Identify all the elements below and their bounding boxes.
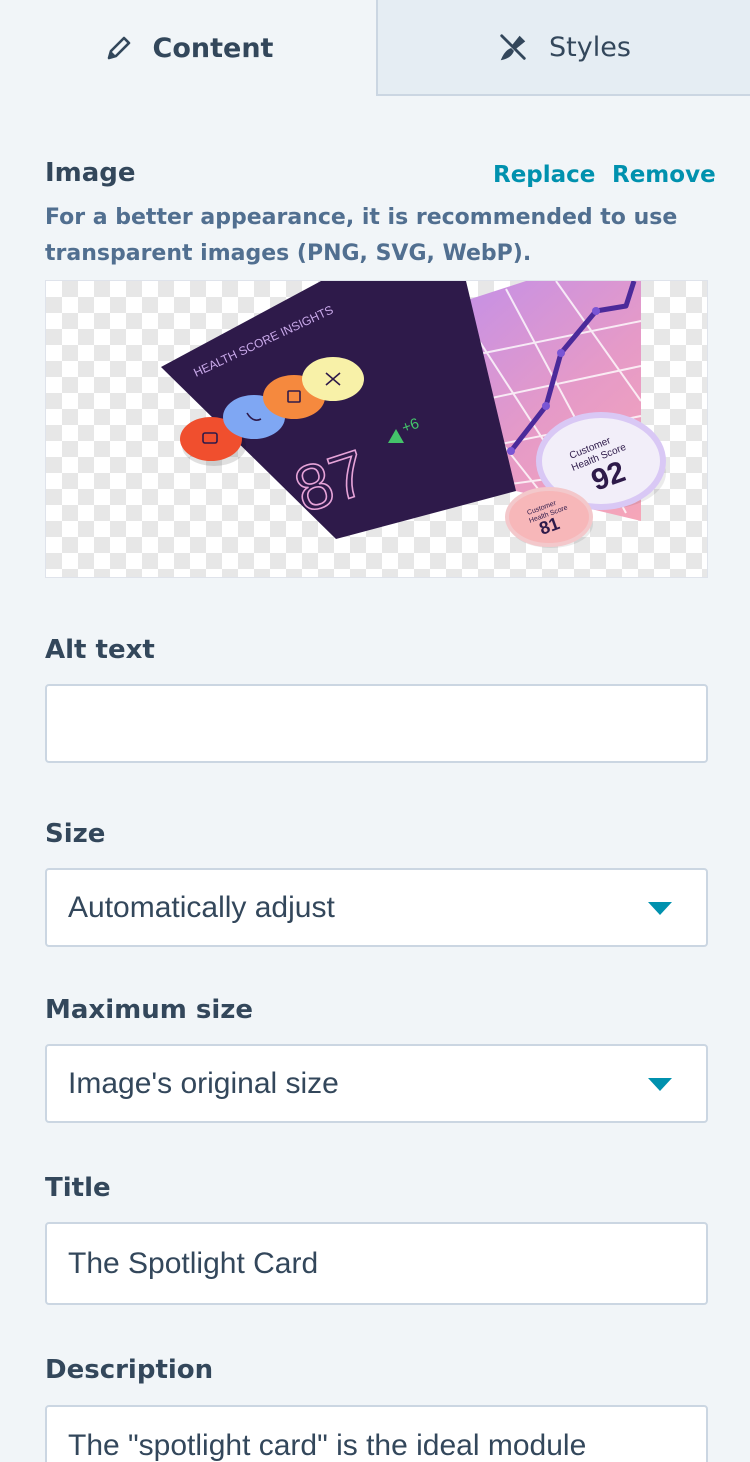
pencil-icon (103, 32, 135, 64)
max-size-select-value: Image's original size (68, 1066, 339, 1100)
chevron-down-icon (648, 1077, 672, 1091)
max-size-select[interactable]: Image's original size (45, 1044, 708, 1123)
chevron-down-icon (648, 901, 672, 915)
tab-styles[interactable]: Styles (376, 0, 750, 96)
description-value: The "spotlight card" is the ideal module (68, 1429, 587, 1462)
image-help-text: For a better appearance, it is recommend… (45, 205, 678, 266)
size-label: Size (45, 819, 106, 849)
description-label: Description (45, 1355, 214, 1385)
title-input[interactable]: The Spotlight Card (45, 1222, 708, 1305)
brush-icon (497, 31, 529, 63)
size-select-value: Automatically adjust (68, 890, 335, 924)
title-label: Title (45, 1173, 111, 1203)
title-input-value: The Spotlight Card (68, 1246, 319, 1280)
image-preview[interactable]: HEALTH SCORE INSIGHTS 87 +6 Customer Hea… (45, 280, 708, 578)
image-label: Image (45, 158, 136, 188)
tab-content-label: Content (152, 32, 274, 64)
tab-bar: Content Styles (0, 0, 750, 96)
tab-content[interactable]: Content (0, 0, 376, 96)
remove-image-link[interactable]: Remove (612, 162, 716, 188)
alt-text-label: Alt text (45, 635, 155, 665)
replace-image-link[interactable]: Replace (493, 162, 595, 188)
alt-text-input[interactable] (45, 684, 708, 763)
health-score-illustration: HEALTH SCORE INSIGHTS 87 +6 Customer Hea… (161, 281, 666, 548)
tab-styles-label: Styles (549, 31, 631, 63)
max-size-label: Maximum size (45, 995, 253, 1025)
size-select[interactable]: Automatically adjust (45, 868, 708, 947)
description-textarea[interactable]: The "spotlight card" is the ideal module (45, 1405, 708, 1462)
